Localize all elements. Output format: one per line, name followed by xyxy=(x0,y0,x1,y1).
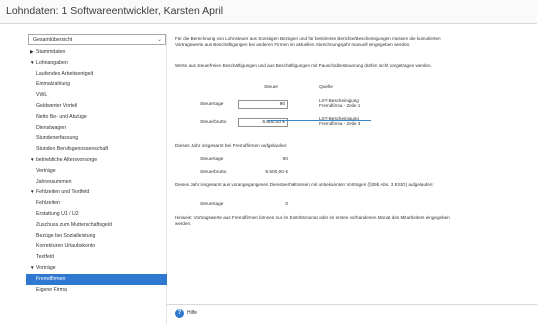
fremd-brutto-label: Steuerbrutto xyxy=(200,170,227,175)
window-title: Lohndaten: 1 Softwareentwickler, Karsten… xyxy=(6,5,224,17)
sidebar-item-betriebliche-altersvorsorge[interactable]: ▼betriebliche Altersvorsorge xyxy=(26,155,167,166)
sidebar-item-zuschuss-zum-mutterschaftsgeld[interactable]: Zuschuss zum Mutterschaftsgeld xyxy=(26,220,167,231)
sidebar-item-label: Dienstwagen xyxy=(36,124,66,131)
sidebar-item-label: Bezüge bei Sozialleistung xyxy=(36,232,96,239)
sidebar-item-label: Fremdfirmen xyxy=(36,275,66,282)
vorher-heading: Dieses Jahr insgesamt aus vorangegangene… xyxy=(175,182,434,187)
fremd-heading: Dieses Jahr insgesamt bei Fremdfirmen au… xyxy=(175,144,288,149)
intro-text: Für die Berechnung von Lohnsteuer aus So… xyxy=(175,36,441,47)
sidebar-nav: ▶ Stammdaten ▼Lohnangaben Laufendes Arbeits… xyxy=(26,47,167,295)
steuertage-label: Steuertage xyxy=(200,102,224,107)
sidebar-item-eigene-firma[interactable]: Eigene Firma xyxy=(26,285,167,296)
sidebar-item-label: Vorträge xyxy=(36,264,56,271)
column-header-quelle: Quelle xyxy=(319,85,333,90)
sidebar-item-fehlzeiten[interactable]: Fehlzeiten xyxy=(26,198,167,209)
sidebar-item-korrekturen-urlaubskonto[interactable]: Korrekturen Urlaubskonto xyxy=(26,241,167,252)
sidebar-item-label: Erstattung U1 / U2 xyxy=(36,210,79,217)
sidebar-item-label: betriebliche Altersvorsorge xyxy=(36,156,98,163)
sidebar-item-label: Zuschuss zum Mutterschaftsgeld xyxy=(36,221,112,228)
main-content: Für die Berechnung von Lohnsteuer aus So… xyxy=(167,34,537,324)
sidebar-item-label: VWL xyxy=(36,92,48,99)
sidebar-item-label: Geldwerter Vorteil xyxy=(36,102,78,109)
sidebar: Gesamtübersicht ⌄ ▶ Stammdaten ▼Lohnangabe… xyxy=(26,34,167,324)
vorher-tage-value: 0 xyxy=(285,202,288,207)
note-text: Werte aus steuerfreien Beschäftigungen u… xyxy=(175,63,432,68)
sidebar-item-textfeld[interactable]: Textfeld xyxy=(26,252,167,263)
sidebar-item-fremdfirmen[interactable]: Fremdfirmen xyxy=(26,273,167,285)
steuerbrutto-label: Steuerbrutto xyxy=(200,120,227,125)
sidebar-item-lohnangaben[interactable]: ▼Lohnangaben xyxy=(26,58,167,69)
steuerbrutto-source-line2: Fremdfirma - Zeile 3 xyxy=(319,121,361,127)
sidebar-item-label: Lohnangaben xyxy=(36,59,68,66)
sidebar-item-verträge[interactable]: Verträge xyxy=(26,166,167,177)
steuertage-source: LST-Bescheinigung Fremdfirma - Zeile 1 xyxy=(319,98,360,109)
sidebar-item-laufendes-arbeitsentgelt[interactable]: Laufendes Arbeitsentgelt xyxy=(26,69,167,80)
fremd-brutto-value: 9.500,00 € xyxy=(265,170,288,175)
sidebar-item-label: Textfeld xyxy=(36,254,54,261)
steuerbrutto-source: LST-Bescheinigung Fremdfirma - Zeile 3 xyxy=(319,116,360,127)
sidebar-item-stunden-berufsgenossenschaft[interactable]: Stunden Berufsgenossenschaft xyxy=(26,144,167,155)
chevron-down-icon: ⌄ xyxy=(156,37,162,43)
fremd-tage-value: 90 xyxy=(282,157,288,162)
sidebar-item-netto-be-und-abzüge[interactable]: Netto Be- und Abzüge xyxy=(26,112,167,123)
title-bar: Lohndaten: 1 Softwareentwickler, Karsten… xyxy=(0,0,537,24)
column-header-steuer: Steuer xyxy=(264,85,279,90)
sidebar-item-einmalzahlung[interactable]: Einmalzahlung xyxy=(26,79,167,90)
sidebar-item-label: Stammdaten xyxy=(36,49,66,55)
sidebar-item-label: Stunden Berufsgenossenschaft xyxy=(36,146,109,153)
help-icon[interactable]: ? xyxy=(175,309,184,318)
vorher-tage-label: Steuertage xyxy=(200,202,224,207)
sidebar-item-vorträge[interactable]: ▼Vorträge xyxy=(26,263,167,274)
sidebar-item-jahressummen[interactable]: Jahressummen xyxy=(26,177,167,188)
sidebar-item-fehlzeiten-und-textfeld[interactable]: ▼Fehlzeiten und Textfeld xyxy=(26,187,167,198)
sidebar-item-label: Netto Be- und Abzüge xyxy=(36,113,87,120)
hint-text: Hinweis: Vortragswerte aus Fremdfirmen k… xyxy=(175,215,450,226)
sidebar-item-stundenerfassung[interactable]: Stundenerfassung xyxy=(26,133,167,144)
sidebar-item-label: Fehlzeiten xyxy=(36,200,60,207)
sidebar-item-label: Jahressummen xyxy=(36,178,72,185)
overview-dropdown[interactable]: Gesamtübersicht ⌄ xyxy=(28,34,166,45)
sidebar-item-label: Eigene Firma xyxy=(36,286,67,293)
sidebar-item-geldwerter-vorteil[interactable]: Geldwerter Vorteil xyxy=(26,101,167,112)
sidebar-item-erstattung-u1-u2[interactable]: Erstattung U1 / U2 xyxy=(26,209,167,220)
divider-line xyxy=(267,120,371,121)
steuertage-input[interactable]: 90 xyxy=(238,100,288,109)
sidebar-item-dienstwagen[interactable]: Dienstwagen xyxy=(26,123,167,134)
sidebar-item-label: Stundenerfassung xyxy=(36,135,79,142)
steuertage-source-line2: Fremdfirma - Zeile 1 xyxy=(319,103,361,109)
sidebar-item-vwl[interactable]: VWL xyxy=(26,90,167,101)
overview-dropdown-value: Gesamtübersicht xyxy=(33,37,73,43)
sidebar-item-bezüge-bei-sozialleistung[interactable]: Bezüge bei Sozialleistung xyxy=(26,231,167,242)
sidebar-item-label: Einmalzahlung xyxy=(36,81,71,88)
sidebar-item-label: Verträge xyxy=(36,167,56,174)
sidebar-item-label: Korrekturen Urlaubskonto xyxy=(36,243,96,250)
sidebar-item-label: Fehlzeiten und Textfeld xyxy=(36,189,90,196)
sidebar-item-label: Laufendes Arbeitsentgelt xyxy=(36,70,94,77)
help-label[interactable]: Hilfe xyxy=(187,310,197,316)
sidebar-item-stammdaten[interactable]: ▶ Stammdaten xyxy=(26,47,167,58)
footer: ? Hilfe xyxy=(167,304,537,324)
fremd-tage-label: Steuertage xyxy=(200,157,224,162)
